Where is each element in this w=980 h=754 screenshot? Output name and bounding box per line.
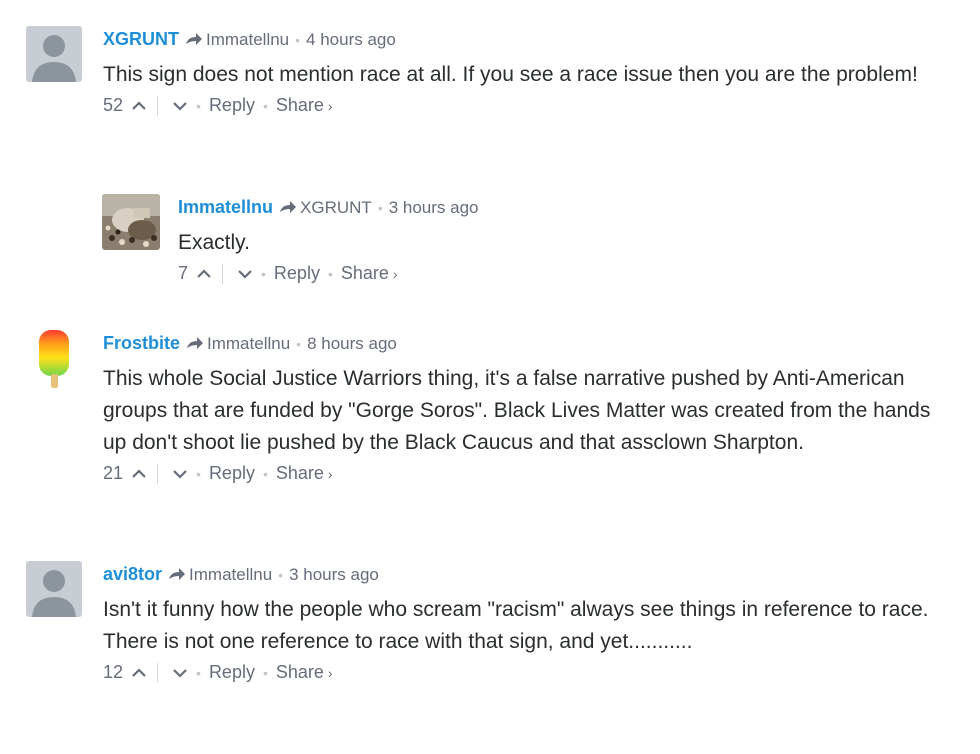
reply-link[interactable]: Reply (209, 662, 255, 683)
chevron-up-icon (197, 268, 211, 278)
chevron-right-icon: › (327, 466, 333, 482)
comment-header: XGRUNT Immatellnu • 4 hours ago (103, 26, 953, 53)
share-label: Share (275, 662, 324, 682)
comment-message: This sign does not mention race at all. … (103, 63, 918, 86)
upvote-button[interactable]: 52 (103, 95, 147, 116)
author-link[interactable]: Immatellnu (178, 197, 273, 217)
parent-author-link[interactable]: XGRUNT (300, 198, 372, 217)
separator-dot: • (295, 32, 301, 48)
separator-dot: • (377, 200, 383, 216)
popsicle-avatar-icon (39, 330, 69, 388)
chevron-right-icon: › (392, 266, 398, 282)
timestamp-link[interactable]: 8 hours ago (307, 334, 397, 353)
chevron-down-icon (173, 469, 187, 479)
author-link[interactable]: avi8tor (103, 564, 162, 584)
chevron-down-icon (173, 101, 187, 111)
vote-count: 12 (103, 662, 124, 682)
comment-message: Isn't it funny how the people who scream… (103, 598, 929, 653)
reply-arrow-icon (280, 201, 297, 214)
photo-avatar-icon (102, 194, 160, 250)
comment-message: Exactly. (178, 231, 250, 254)
downvote-button[interactable] (172, 667, 188, 679)
comment-footer: 52 • Reply • Share › (103, 95, 953, 116)
share-link[interactable]: Share › (341, 263, 398, 284)
share-label: Share (275, 95, 324, 115)
chevron-up-icon (132, 667, 146, 677)
separator-dot: • (196, 465, 201, 482)
timestamp-link[interactable]: 3 hours ago (289, 565, 379, 584)
comment-footer: 21 • Reply • Share › (103, 463, 953, 484)
parent-author-link[interactable]: Immatellnu (206, 30, 289, 49)
upvote-button[interactable]: 7 (178, 263, 212, 284)
comment-footer: 7 • Reply • Share › (178, 263, 958, 284)
author-link[interactable]: Frostbite (103, 333, 180, 353)
share-link[interactable]: Share › (276, 95, 333, 116)
separator-dot: • (262, 97, 268, 114)
chevron-right-icon: › (327, 665, 333, 681)
chevron-down-icon (238, 269, 252, 279)
parent-author-link[interactable]: Immatellnu (189, 565, 272, 584)
share-link[interactable]: Share › (276, 662, 333, 683)
reply-arrow-icon (169, 568, 186, 581)
chevron-down-icon (173, 668, 187, 678)
comment-footer: 12 • Reply • Share › (103, 662, 953, 683)
timestamp-link[interactable]: 4 hours ago (306, 30, 396, 49)
reply-link[interactable]: Reply (274, 263, 320, 284)
separator-dot: • (262, 664, 268, 681)
separator-dot: • (196, 664, 201, 681)
reply-arrow-icon (186, 33, 202, 46)
downvote-button[interactable] (237, 268, 253, 280)
author-link[interactable]: XGRUNT (103, 29, 179, 49)
avatar[interactable] (26, 561, 82, 617)
comment-header: Frostbite Immatellnu • 8 hours ago (103, 330, 953, 357)
vote-divider (157, 463, 159, 484)
vote-count: 21 (103, 463, 124, 483)
avatar[interactable] (102, 194, 160, 250)
reply-link[interactable]: Reply (209, 95, 255, 116)
separator-dot: • (196, 97, 201, 114)
separator-dot: • (262, 465, 268, 482)
vote-divider (222, 263, 224, 284)
chevron-up-icon (132, 468, 146, 478)
chevron-right-icon: › (327, 98, 333, 114)
upvote-button[interactable]: 21 (103, 463, 147, 484)
separator-dot: • (261, 265, 266, 282)
avatar[interactable] (38, 330, 70, 388)
reply-link[interactable]: Reply (209, 463, 255, 484)
comment-header: Immatellnu XGRUNT • 3 hours ago (178, 194, 958, 221)
comment-header: avi8tor Immatellnu • 3 hours ago (103, 561, 953, 588)
vote-count: 7 (178, 263, 189, 283)
timestamp-link[interactable]: 3 hours ago (389, 198, 479, 217)
vote-divider (157, 662, 159, 683)
comment-message: This whole Social Justice Warriors thing… (103, 367, 931, 454)
separator-dot: • (278, 567, 284, 583)
avatar[interactable] (26, 26, 82, 82)
default-avatar-icon (26, 561, 82, 617)
vote-count: 52 (103, 95, 124, 115)
share-link[interactable]: Share › (276, 463, 333, 484)
default-avatar-icon (26, 26, 82, 82)
share-label: Share (340, 263, 389, 283)
share-label: Share (275, 463, 324, 483)
upvote-button[interactable]: 12 (103, 662, 147, 683)
downvote-button[interactable] (172, 100, 188, 112)
separator-dot: • (296, 336, 302, 352)
parent-author-link[interactable]: Immatellnu (207, 334, 290, 353)
separator-dot: • (327, 265, 333, 282)
vote-divider (157, 95, 159, 116)
downvote-button[interactable] (172, 468, 188, 480)
chevron-up-icon (132, 100, 146, 110)
reply-arrow-icon (187, 337, 204, 350)
